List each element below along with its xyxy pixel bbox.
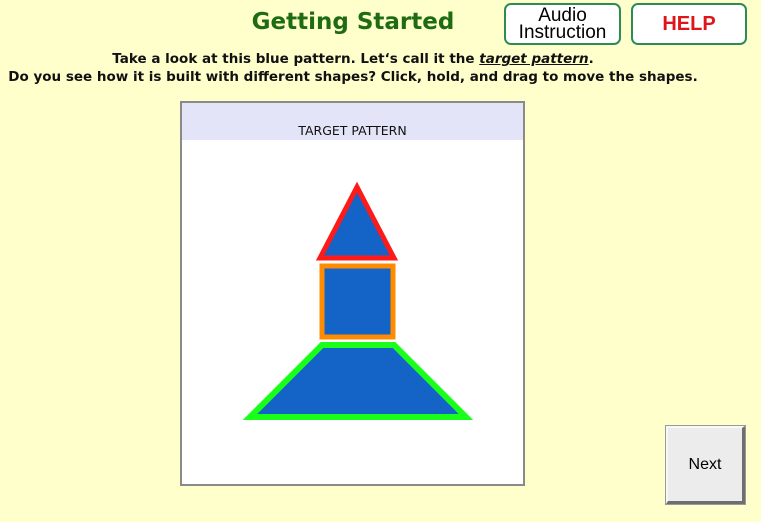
trapezoid-shape bbox=[242, 342, 474, 420]
target-pattern-figure bbox=[242, 181, 474, 420]
target-pattern-emphasis: target pattern bbox=[479, 51, 589, 67]
triangle-shape bbox=[315, 181, 399, 261]
instructions: Take a look at this blue pattern. Let‘s … bbox=[0, 50, 706, 86]
square-shape bbox=[319, 263, 396, 340]
next-button[interactable]: Next bbox=[666, 426, 745, 504]
instruction-period: . bbox=[588, 51, 594, 67]
help-button[interactable]: HELP bbox=[631, 3, 747, 45]
instruction-line-1: Take a look at this blue pattern. Let‘s … bbox=[0, 50, 706, 68]
instruction-text: Take a look at this blue pattern. Let‘s … bbox=[112, 51, 480, 67]
target-pattern-panel: TARGET PATTERN bbox=[180, 101, 525, 486]
instruction-line-2: Do you see how it is built with differen… bbox=[8, 69, 698, 85]
audio-label-line2: Instruction bbox=[518, 22, 607, 43]
audio-instruction-button[interactable]: Audio Instruction bbox=[504, 3, 621, 45]
